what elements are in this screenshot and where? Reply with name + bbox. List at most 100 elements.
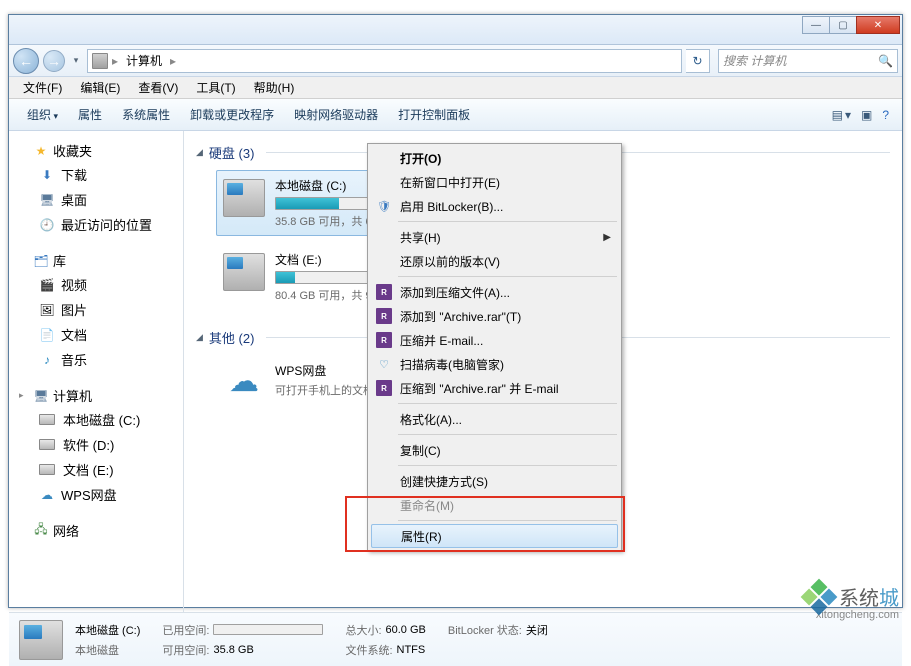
ctx-format[interactable]: 格式化(A)... [370, 407, 619, 431]
watermark-brand: 系统城 [839, 582, 899, 611]
view-mode-button[interactable]: ▤▾ [827, 104, 856, 126]
history-dropdown[interactable]: ▾ [69, 55, 83, 66]
favorites-header[interactable]: ★收藏夹 [13, 139, 179, 162]
computer-header[interactable]: ▸🖥计算机 [13, 384, 179, 407]
refresh-button[interactable]: ↻ [686, 49, 710, 73]
sidebar-item-drive-d[interactable]: 软件 (D:) [13, 432, 179, 457]
ctx-separator [398, 403, 617, 404]
fs-value: NTFS [397, 644, 426, 656]
properties-button[interactable]: 属性 [68, 102, 112, 127]
ctx-restore-versions[interactable]: 还原以前的版本(V) [370, 249, 619, 273]
ctx-properties[interactable]: 属性(R) [371, 524, 618, 548]
ctx-copy[interactable]: 复制(C) [370, 438, 619, 462]
ctx-share[interactable]: 共享(H)▶ [370, 225, 619, 249]
menu-help[interactable]: 帮助(H) [246, 77, 303, 98]
sidebar-item-drive-c[interactable]: 本地磁盘 (C:) [13, 407, 179, 432]
organize-button[interactable]: 组织 [17, 102, 68, 127]
network-header[interactable]: 🖧网络 [13, 519, 179, 542]
ctx-scan-virus[interactable]: ♡扫描病毒(电脑管家) [370, 352, 619, 376]
search-placeholder: 搜索 计算机 [723, 52, 786, 69]
sidebar-item-documents[interactable]: 📄文档 [13, 322, 179, 347]
free-label: 可用空间: [162, 642, 209, 658]
titlebar: — ▢ ✕ [9, 15, 902, 45]
computer-group: ▸🖥计算机 本地磁盘 (C:) 软件 (D:) 文档 (E:) ☁WPS网盘 [13, 384, 179, 507]
menu-view[interactable]: 查看(V) [130, 77, 186, 98]
minimize-button[interactable]: — [802, 16, 830, 34]
ctx-add-archive-rar[interactable]: R添加到 "Archive.rar"(T) [370, 304, 619, 328]
menu-file[interactable]: 文件(F) [15, 77, 70, 98]
breadcrumb-sep-icon[interactable]: ▸ [170, 54, 176, 68]
sidebar-item-pictures[interactable]: 🖼图片 [13, 297, 179, 322]
bitlocker-label: BitLocker 状态: [448, 622, 522, 638]
map-network-button[interactable]: 映射网络驱动器 [284, 102, 388, 127]
libraries-group: 🗂库 🎬视频 🖼图片 📄文档 ♪音乐 [13, 249, 179, 372]
video-icon: 🎬 [39, 277, 55, 293]
ctx-bitlocker[interactable]: 🛡启用 BitLocker(B)... [370, 194, 619, 218]
watermark-logo-icon [799, 577, 839, 617]
drive-icon [39, 439, 55, 450]
search-icon: 🔍 [878, 54, 893, 68]
sidebar-item-recent[interactable]: 🕘最近访问的位置 [13, 212, 179, 237]
uninstall-button[interactable]: 卸载或更改程序 [180, 102, 284, 127]
system-properties-button[interactable]: 系统属性 [112, 102, 180, 127]
sidebar-item-wps[interactable]: ☁WPS网盘 [13, 482, 179, 507]
open-control-panel-button[interactable]: 打开控制面板 [388, 102, 480, 127]
maximize-button[interactable]: ▢ [829, 16, 857, 34]
ctx-separator [398, 434, 617, 435]
preview-pane-button[interactable]: ▣ [856, 104, 877, 126]
ctx-create-shortcut[interactable]: 创建快捷方式(S) [370, 469, 619, 493]
ctx-separator [398, 520, 617, 521]
ctx-separator [398, 465, 617, 466]
navigation-bar: ← → ▾ ▸ 计算机 ▸ ↻ 搜索 计算机 🔍 [9, 45, 902, 77]
address-bar[interactable]: ▸ 计算机 ▸ [87, 49, 682, 73]
used-label: 已用空间: [162, 622, 209, 638]
drive-icon [39, 414, 55, 425]
window-controls: — ▢ ✕ [803, 16, 900, 34]
breadcrumb-sep-icon: ▸ [112, 54, 118, 68]
toolbar: 组织 属性 系统属性 卸载或更改程序 映射网络驱动器 打开控制面板 ▤▾ ▣ ? [9, 99, 902, 131]
bitlocker-value: 关闭 [526, 622, 548, 638]
back-button[interactable]: ← [13, 48, 39, 74]
help-button[interactable]: ? [877, 104, 894, 126]
network-group: 🖧网络 [13, 519, 179, 542]
ctx-zip-email[interactable]: R压缩并 E-mail... [370, 328, 619, 352]
computer-icon: 🖥 [33, 388, 49, 404]
ctx-open[interactable]: 打开(O) [370, 146, 619, 170]
sidebar-item-music[interactable]: ♪音乐 [13, 347, 179, 372]
library-icon: 🗂 [33, 253, 49, 269]
download-icon: ⬇ [39, 167, 55, 183]
ctx-separator [398, 221, 617, 222]
sidebar-item-desktop[interactable]: 🖥桌面 [13, 187, 179, 212]
fs-label: 文件系统: [345, 642, 392, 658]
computer-icon [92, 53, 108, 69]
libraries-header[interactable]: 🗂库 [13, 249, 179, 272]
details-pane: 本地磁盘 (C:) 本地磁盘 已用空间: 可用空间:35.8 GB 总大小:60… [9, 612, 902, 666]
desktop-icon: 🖥 [39, 192, 55, 208]
ctx-zip-archive-email[interactable]: R压缩到 "Archive.rar" 并 E-mail [370, 376, 619, 400]
rar-icon: R [376, 380, 392, 396]
menu-tools[interactable]: 工具(T) [188, 77, 243, 98]
total-value: 60.0 GB [386, 624, 426, 636]
details-columns: 本地磁盘 (C:) 本地磁盘 已用空间: 可用空间:35.8 GB 总大小:60… [75, 622, 892, 658]
ctx-open-new-window[interactable]: 在新窗口中打开(E) [370, 170, 619, 194]
search-input[interactable]: 搜索 计算机 🔍 [718, 49, 898, 73]
network-icon: 🖧 [33, 523, 49, 539]
forward-button[interactable]: → [43, 50, 65, 72]
ctx-add-archive[interactable]: R添加到压缩文件(A)... [370, 280, 619, 304]
menu-edit[interactable]: 编辑(E) [72, 77, 128, 98]
sidebar-item-drive-e[interactable]: 文档 (E:) [13, 457, 179, 482]
total-label: 总大小: [345, 622, 381, 638]
sidebar-item-videos[interactable]: 🎬视频 [13, 272, 179, 297]
menubar: 文件(F) 编辑(E) 查看(V) 工具(T) 帮助(H) [9, 77, 902, 99]
cloud-icon: ☁ [39, 487, 55, 503]
close-button[interactable]: ✕ [856, 16, 900, 34]
chevron-down-icon: ◢ [196, 332, 203, 343]
context-menu: 打开(O) 在新窗口中打开(E) 🛡启用 BitLocker(B)... 共享(… [367, 143, 622, 551]
sidebar-item-downloads[interactable]: ⬇下载 [13, 162, 179, 187]
rar-icon: R [376, 284, 392, 300]
details-name: 本地磁盘 (C:) [75, 622, 140, 638]
breadcrumb-computer[interactable]: 计算机 [122, 52, 166, 69]
recent-icon: 🕘 [39, 217, 55, 233]
watermark: 系统城 [805, 582, 899, 611]
drive-icon [223, 179, 265, 217]
